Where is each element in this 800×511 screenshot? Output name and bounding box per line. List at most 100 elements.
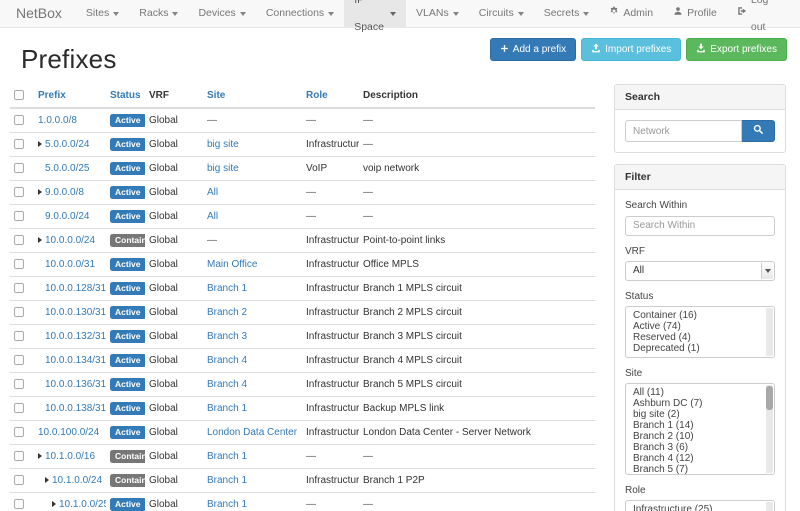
site-link[interactable]: Branch 2 [207, 307, 247, 318]
prefix-link[interactable]: 9.0.0.0/8 [45, 187, 84, 198]
site-link[interactable]: Branch 1 [207, 499, 247, 510]
sort-link-status[interactable]: Status [110, 90, 141, 101]
site-link[interactable]: Main Office [207, 259, 257, 270]
scrollbar-thumb[interactable] [766, 386, 773, 410]
search-within-input[interactable] [625, 216, 775, 236]
nav-item-connections[interactable]: Connections [256, 0, 344, 27]
nav-item-admin[interactable]: Admin [599, 0, 663, 27]
sort-link-prefix[interactable]: Prefix [38, 90, 66, 101]
site-link[interactable]: big site [207, 163, 239, 174]
site-link[interactable]: Branch 1 [207, 451, 247, 462]
scrollbar-track[interactable] [766, 502, 773, 511]
nav-item-circuits[interactable]: Circuits [469, 0, 534, 27]
scrollbar-track[interactable] [766, 308, 773, 356]
prefix-link[interactable]: 10.0.0.138/31 [45, 403, 106, 414]
nav-item-log-out[interactable]: Log out [727, 0, 792, 27]
filter-option[interactable]: Ashburn DC (7) [626, 398, 774, 409]
nav-item-secrets[interactable]: Secrets [534, 0, 600, 27]
filter-option[interactable]: All (11) [626, 387, 774, 398]
row-checkbox[interactable] [14, 475, 24, 485]
row-checkbox[interactable] [14, 499, 24, 509]
site-link[interactable]: Branch 4 [207, 355, 247, 366]
expand-arrow-icon[interactable] [38, 141, 42, 147]
site-link[interactable]: Branch 4 [207, 379, 247, 390]
search-input[interactable] [625, 120, 742, 142]
expand-arrow-icon[interactable] [45, 477, 49, 483]
prefix-link[interactable]: 10.1.0.0/16 [45, 451, 95, 462]
row-checkbox[interactable] [14, 211, 24, 221]
row-checkbox[interactable] [14, 163, 24, 173]
prefix-link[interactable]: 10.0.0.128/31 [45, 283, 106, 294]
site-link[interactable]: All [207, 211, 218, 222]
prefix-link[interactable]: 5.0.0.0/25 [45, 163, 89, 174]
prefix-link[interactable]: 10.0.0.134/31 [45, 355, 106, 366]
filter-option[interactable]: Active (74) [626, 321, 774, 332]
nav-item-profile[interactable]: Profile [663, 0, 727, 27]
site-link[interactable]: Branch 1 [207, 283, 247, 294]
add-a-prefix-button[interactable]: Add a prefix [490, 38, 576, 61]
sort-link-role[interactable]: Role [306, 90, 328, 101]
export-prefixes-button[interactable]: Export prefixes [686, 38, 787, 61]
role-filter-list[interactable]: Infrastructure (25)Management (8)Private… [625, 500, 775, 511]
select-all-checkbox[interactable] [14, 90, 24, 100]
prefix-link[interactable]: 10.1.0.0/25 [59, 499, 106, 510]
prefix-link[interactable]: 1.0.0.0/8 [38, 115, 77, 126]
prefix-link[interactable]: 10.0.0.130/31 [45, 307, 106, 318]
select-dropdown-button[interactable] [761, 263, 773, 279]
row-checkbox[interactable] [14, 187, 24, 197]
filter-option[interactable]: Branch 3 (6) [626, 442, 774, 453]
prefix-link[interactable]: 10.0.0.0/31 [45, 259, 95, 270]
filter-option[interactable]: Branch 1 (14) [626, 420, 774, 431]
sort-link-site[interactable]: Site [207, 90, 225, 101]
filter-option[interactable]: Branch 5 (7) [626, 464, 774, 475]
nav-item-ip-space[interactable]: IP Space [344, 0, 406, 27]
site-link[interactable]: Branch 1 [207, 403, 247, 414]
nav-item-vlans[interactable]: VLANs [406, 0, 469, 27]
status-filter-list[interactable]: Container (16)Active (74)Reserved (4)Dep… [625, 306, 775, 358]
scrollbar-track[interactable] [766, 385, 773, 473]
row-checkbox[interactable] [14, 235, 24, 245]
filter-option[interactable]: Reserved (4) [626, 332, 774, 343]
row-checkbox[interactable] [14, 451, 24, 461]
nav-item-devices[interactable]: Devices [188, 0, 255, 27]
row-checkbox[interactable] [14, 283, 24, 293]
site-link[interactable]: Branch 1 [207, 475, 247, 486]
row-checkbox[interactable] [14, 427, 24, 437]
prefix-link[interactable]: 10.0.0.0/24 [45, 235, 95, 246]
filter-option[interactable]: Infrastructure (25) [626, 504, 774, 511]
row-checkbox[interactable] [14, 379, 24, 389]
prefix-link[interactable]: 9.0.0.0/24 [45, 211, 89, 222]
filter-option[interactable]: Branch 2 (10) [626, 431, 774, 442]
expand-arrow-icon[interactable] [38, 453, 42, 459]
prefix-link[interactable]: 10.1.0.0/24 [52, 475, 102, 486]
prefix-link[interactable]: 5.0.0.0/24 [45, 139, 89, 150]
vrf-select[interactable]: All [625, 261, 775, 281]
search-button[interactable] [742, 120, 775, 142]
row-checkbox[interactable] [14, 307, 24, 317]
nav-item-sites[interactable]: Sites [76, 0, 129, 27]
row-checkbox[interactable] [14, 355, 24, 365]
site-link[interactable]: London Data Center [207, 427, 297, 438]
site-link[interactable]: big site [207, 139, 239, 150]
brand-link[interactable]: NetBox [0, 0, 76, 27]
nav-item-racks[interactable]: Racks [129, 0, 188, 27]
filter-option[interactable]: Deprecated (1) [626, 343, 774, 354]
filter-option[interactable]: Branch 4 (12) [626, 453, 774, 464]
expand-arrow-icon[interactable] [38, 189, 42, 195]
prefix-link[interactable]: 10.0.100.0/24 [38, 427, 99, 438]
site-link[interactable]: All [207, 187, 218, 198]
row-checkbox[interactable] [14, 259, 24, 269]
row-checkbox[interactable] [14, 403, 24, 413]
site-filter-list[interactable]: All (11)Ashburn DC (7)big site (2)Branch… [625, 383, 775, 475]
filter-option[interactable]: Container (16) [626, 310, 774, 321]
row-checkbox[interactable] [14, 115, 24, 125]
filter-option[interactable]: big site (2) [626, 409, 774, 420]
expand-arrow-icon[interactable] [38, 237, 42, 243]
site-link[interactable]: Branch 3 [207, 331, 247, 342]
import-prefixes-button[interactable]: Import prefixes [581, 38, 681, 61]
prefix-link[interactable]: 10.0.0.132/31 [45, 331, 106, 342]
expand-arrow-icon[interactable] [52, 501, 56, 507]
row-checkbox[interactable] [14, 139, 24, 149]
row-checkbox[interactable] [14, 331, 24, 341]
prefix-link[interactable]: 10.0.0.136/31 [45, 379, 106, 390]
